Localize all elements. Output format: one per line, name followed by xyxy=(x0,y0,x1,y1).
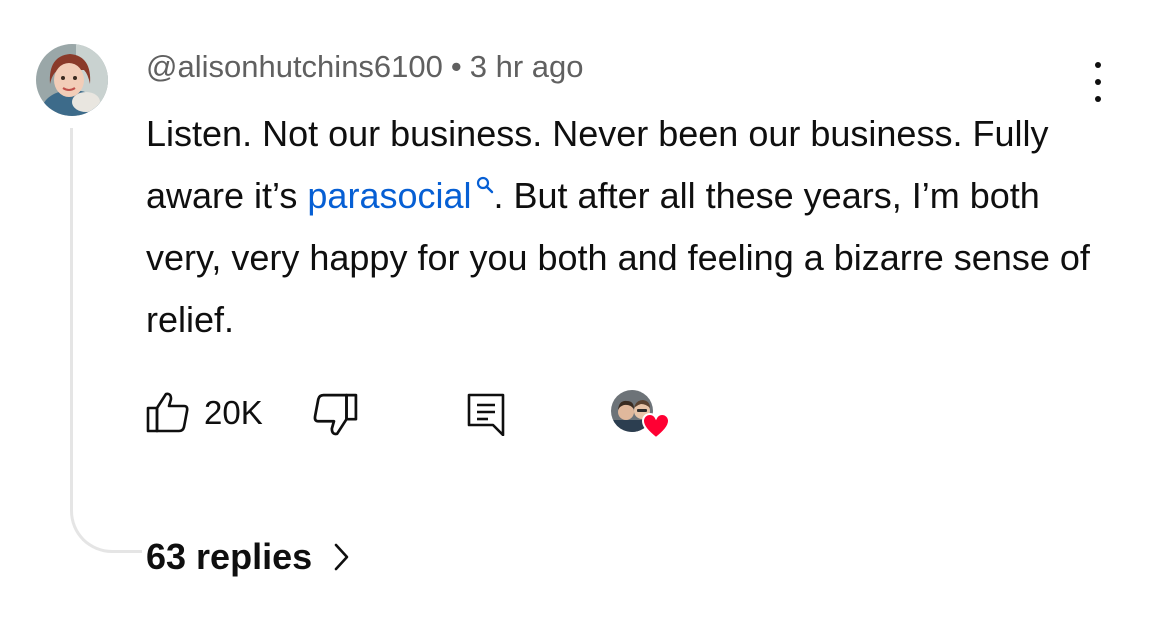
author-name[interactable]: @alisonhutchins6100 xyxy=(146,49,443,84)
more-vert-icon[interactable] xyxy=(1084,62,1112,102)
avatar[interactable] xyxy=(36,44,108,116)
timestamp[interactable]: 3 hr ago xyxy=(470,49,584,84)
separator: • xyxy=(450,49,462,84)
chevron-right-icon xyxy=(334,543,349,571)
thumbs-down-icon[interactable] xyxy=(312,392,358,438)
search-link[interactable]: parasocial xyxy=(307,175,493,216)
replies-label: 63 replies xyxy=(146,536,313,577)
thread-line xyxy=(70,128,142,553)
comment-header: @alisonhutchins6100 • 3 hr ago xyxy=(146,49,584,85)
reply-icon[interactable] xyxy=(466,392,506,437)
creator-heart-icon xyxy=(609,388,671,444)
search-icon xyxy=(476,176,493,194)
replies-button[interactable]: 63 replies xyxy=(146,536,350,578)
action-bar: 20K xyxy=(0,388,1170,440)
like-count: 20K xyxy=(204,394,263,431)
thumbs-up-icon[interactable] xyxy=(146,390,190,434)
comment-text: Listen. Not our business. Never been our… xyxy=(146,113,1090,340)
heart-icon xyxy=(641,412,671,440)
